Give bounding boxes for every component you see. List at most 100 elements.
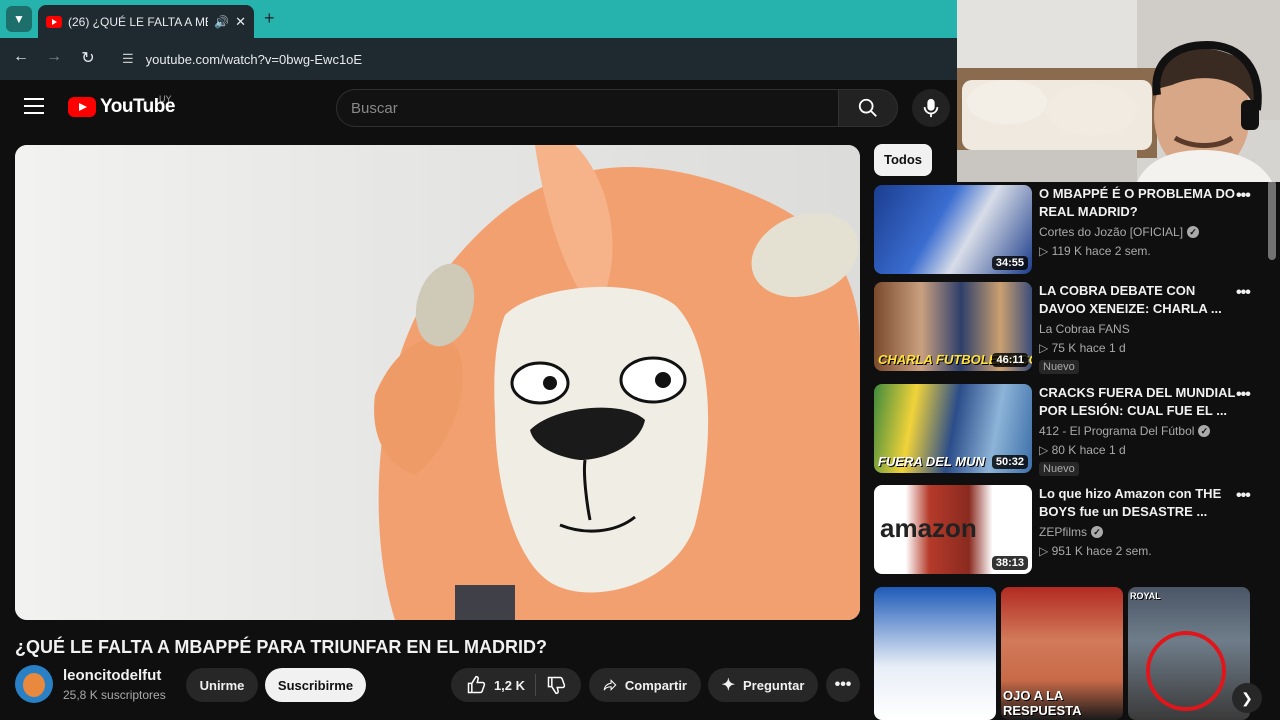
channel-avatar[interactable] (15, 665, 53, 703)
microphone-icon (923, 98, 939, 118)
share-label: Compartir (624, 677, 687, 693)
duration-badge: 38:13 (991, 556, 1028, 570)
youtube-favicon-icon (46, 15, 62, 28)
video-actions-row: leoncitodelfut 25,8 K suscriptores Unirm… (15, 665, 860, 705)
recommendation-title[interactable]: LA COBRA DEBATE CON DAVOO XENEIZE: CHARL… (1039, 282, 1239, 318)
recommendation-thumbnail[interactable]: amazon 38:13 (874, 485, 1032, 574)
more-vert-icon[interactable]: ••• (1236, 386, 1251, 404)
sparkle-icon: ✦ (721, 677, 735, 694)
subscribe-button[interactable]: Suscribirme (265, 668, 366, 702)
recommendation-meta: ▷ 80 K hace 1 d (1039, 443, 1126, 457)
channel-label: La Cobraa FANS (1039, 322, 1130, 336)
recommendation-meta: ▷ 119 K hace 2 sem. (1039, 244, 1151, 258)
recommendation-meta: ▷ 75 K hace 1 d (1039, 341, 1126, 355)
short-item[interactable] (874, 587, 996, 720)
short-caption: OJO A LA RESPUESTA (1003, 688, 1082, 718)
verified-icon: ✓ (1091, 526, 1103, 538)
lion-puppet-image (374, 145, 860, 620)
recommendation-item[interactable]: amazon 38:13 Lo que hizo Amazon con THE … (874, 485, 1259, 575)
shorts-shelf: OJO A LA RESPUESTA ROYAL ❯ (874, 587, 1274, 720)
webcam-overlay (957, 0, 1280, 182)
menu-icon[interactable] (24, 98, 44, 114)
back-icon[interactable]: ← (10, 48, 32, 66)
new-badge: Nuevo (1039, 360, 1079, 374)
channel-name[interactable]: leoncitodelfut (63, 667, 161, 684)
share-button[interactable]: Compartir (589, 668, 701, 702)
like-count: 1,2 K (493, 677, 526, 693)
channel-label: ZEPfilms (1039, 525, 1087, 539)
channel-label: 412 - El Programa Del Fútbol (1039, 424, 1195, 438)
join-label: Unirme (199, 677, 245, 693)
more-horizontal-icon: ••• (834, 676, 852, 693)
more-vert-icon[interactable]: ••• (1236, 187, 1251, 205)
search-box[interactable] (336, 89, 838, 127)
recommendation-thumbnail[interactable]: CHARLA FUTBOLERA CON DAV 46:11 (874, 282, 1032, 371)
voice-search-button[interactable] (912, 89, 950, 127)
verified-icon: ✓ (1187, 226, 1200, 238)
recommendation-channel[interactable]: La Cobraa FANS (1039, 322, 1130, 336)
recommendation-title[interactable]: O MBAPPÉ É O PROBLEMA DO REAL MADRID? (1039, 185, 1239, 221)
recommendation-thumbnail[interactable]: FUERA DEL MUN 50:32 (874, 384, 1032, 473)
meta-label: 80 K hace 1 d (1051, 443, 1126, 457)
search-button[interactable] (838, 89, 898, 127)
chevron-right-icon[interactable]: ❯ (1232, 683, 1262, 713)
duration-badge: 34:55 (991, 256, 1028, 270)
like-divider (535, 674, 537, 696)
meta-label: 119 K hace 2 sem. (1051, 244, 1151, 258)
meta-label: 75 K hace 1 d (1051, 341, 1126, 355)
recommendation-thumbnail[interactable]: 34:55 (874, 185, 1032, 274)
verified-icon: ✓ (1198, 425, 1211, 437)
new-tab-button[interactable]: + (264, 8, 275, 29)
highlight-circle (1146, 631, 1226, 711)
ask-button[interactable]: ✦ Preguntar (708, 668, 818, 702)
recommendation-title[interactable]: Lo que hizo Amazon con THE BOYS fue un D… (1039, 485, 1239, 521)
recommendation-item[interactable]: CHARLA FUTBOLERA CON DAV 46:11 LA COBRA … (874, 282, 1259, 374)
thumbs-down-icon[interactable] (546, 675, 566, 695)
address-bar[interactable]: ☰ youtube.com/watch?v=0bwg-Ewc1oE (112, 43, 962, 75)
thumbnail-caption: amazon (880, 513, 977, 543)
new-badge: Nuevo (1039, 462, 1079, 476)
youtube-logo-icon (68, 97, 96, 117)
duration-badge: 50:32 (991, 455, 1028, 469)
tab-title: (26) ¿QUÉ LE FALTA A MBAPPÉ PARA TRIUNFA… (68, 14, 208, 29)
webcam-feed-image (957, 0, 1280, 182)
search-icon (858, 98, 877, 117)
search-input[interactable] (351, 99, 838, 117)
recommendation-channel[interactable]: Cortes do Jozão [OFICIAL] ✓ (1039, 225, 1200, 239)
recommendation-channel[interactable]: 412 - El Programa Del Fútbol ✓ (1039, 424, 1211, 438)
reload-icon[interactable]: ↻ (77, 48, 99, 68)
thumbs-up-icon (467, 675, 486, 694)
like-dislike-group: 1,2 K (451, 668, 581, 702)
speaker-icon[interactable]: 🔊 (214, 15, 229, 29)
more-vert-icon[interactable]: ••• (1236, 487, 1251, 505)
tab-search-button[interactable]: ▼ (6, 6, 32, 32)
masthead: YouTube UY (0, 80, 960, 136)
short-item[interactable]: OJO A LA RESPUESTA (1001, 587, 1123, 720)
more-vert-icon[interactable]: ••• (1236, 284, 1251, 302)
channel-label: Cortes do Jozão [OFICIAL] (1039, 225, 1184, 239)
browser-tab[interactable]: (26) ¿QUÉ LE FALTA A MBAPPÉ PARA TRIUNFA… (38, 5, 254, 38)
country-code: UY (159, 94, 172, 104)
site-settings-icon[interactable]: ☰ (122, 51, 134, 67)
thumbnail-caption: FUERA DEL MUN (878, 454, 985, 469)
subscriber-count: 25,8 K suscriptores (63, 688, 166, 702)
more-actions-button[interactable]: ••• (826, 668, 860, 702)
filter-chips: Todos (874, 144, 933, 176)
close-icon[interactable]: ✕ (235, 14, 246, 30)
ask-label: Preguntar (743, 677, 805, 693)
scrollbar[interactable] (1268, 180, 1276, 260)
url-text[interactable]: youtube.com/watch?v=0bwg-Ewc1oE (146, 52, 362, 67)
chip-all[interactable]: Todos (874, 144, 933, 176)
recommendation-item[interactable]: FUERA DEL MUN 50:32 CRACKS FUERA DEL MUN… (874, 384, 1259, 476)
short-caption: ROYAL (1130, 591, 1161, 601)
forward-icon[interactable]: → (43, 48, 65, 66)
meta-label: 951 K hace 2 sem. (1051, 544, 1152, 558)
share-icon (603, 679, 617, 691)
duration-badge: 46:11 (992, 353, 1028, 367)
recommendation-item[interactable]: 34:55 O MBAPPÉ É O PROBLEMA DO REAL MADR… (874, 185, 1259, 275)
video-player[interactable] (15, 145, 860, 620)
recommendation-channel[interactable]: ZEPfilms ✓ (1039, 525, 1103, 539)
like-button[interactable]: 1,2 K (466, 675, 525, 695)
join-button[interactable]: Unirme (186, 668, 258, 702)
recommendation-title[interactable]: CRACKS FUERA DEL MUNDIAL POR LESIÓN: CUA… (1039, 384, 1239, 420)
